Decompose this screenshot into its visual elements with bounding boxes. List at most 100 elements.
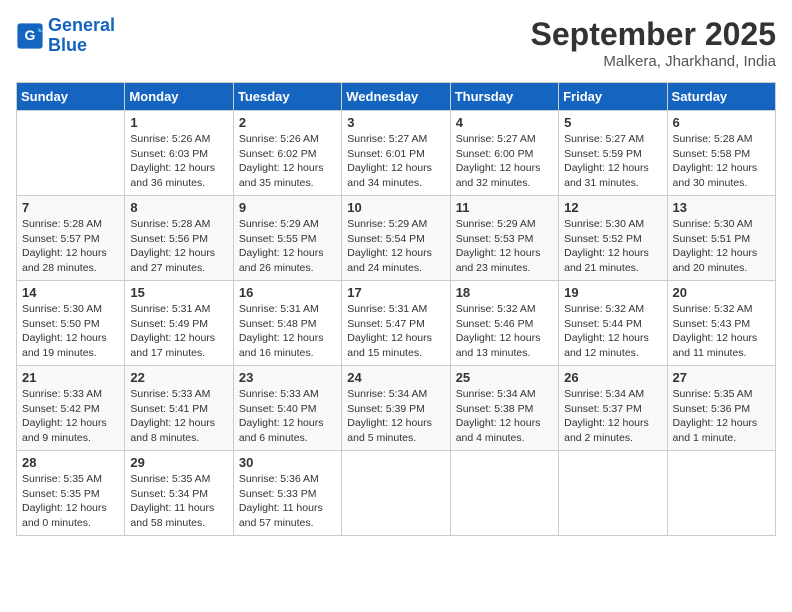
location-subtitle: Malkera, Jharkhand, India bbox=[531, 53, 776, 70]
day-number: 1 bbox=[130, 115, 227, 130]
day-info: Sunrise: 5:35 AMSunset: 5:34 PMDaylight:… bbox=[130, 472, 227, 531]
day-info: Sunrise: 5:29 AMSunset: 5:54 PMDaylight:… bbox=[347, 217, 444, 276]
calendar-cell: 22Sunrise: 5:33 AMSunset: 5:41 PMDayligh… bbox=[125, 366, 233, 451]
day-number: 23 bbox=[239, 370, 336, 385]
day-info: Sunrise: 5:26 AMSunset: 6:02 PMDaylight:… bbox=[239, 132, 336, 191]
calendar-cell: 3 Sunrise: 5:27 AMSunset: 6:01 PMDaylight… bbox=[342, 111, 450, 196]
day-info: Sunrise: 5:35 AMSunset: 5:35 PMDaylight:… bbox=[22, 472, 119, 531]
calendar-cell: 11 Sunrise: 5:29 AMSunset: 5:53 PMDayligh… bbox=[450, 196, 558, 281]
day-number: 7 bbox=[22, 200, 119, 215]
day-number: 6 bbox=[673, 115, 770, 130]
calendar-cell: 17Sunrise: 5:31 AMSunset: 5:47 PMDayligh… bbox=[342, 281, 450, 366]
calendar-cell: 28 Sunrise: 5:35 AMSunset: 5:35 PMDayligh… bbox=[17, 451, 125, 536]
logo-text: General Blue bbox=[48, 16, 115, 56]
header-monday: Monday bbox=[125, 83, 233, 111]
calendar-cell: 26 Sunrise: 5:34 AMSunset: 5:37 PMDayligh… bbox=[559, 366, 667, 451]
calendar-cell: 5Sunrise: 5:27 AMSunset: 5:59 PMDaylight… bbox=[559, 111, 667, 196]
header-tuesday: Tuesday bbox=[233, 83, 341, 111]
day-info: Sunrise: 5:36 AMSunset: 5:33 PMDaylight:… bbox=[239, 472, 336, 531]
day-number: 15 bbox=[130, 285, 227, 300]
calendar-cell bbox=[342, 451, 450, 536]
day-number: 26 bbox=[564, 370, 661, 385]
day-number: 13 bbox=[673, 200, 770, 215]
calendar-week-3: 14Sunrise: 5:30 AMSunset: 5:50 PMDayligh… bbox=[17, 281, 776, 366]
header-thursday: Thursday bbox=[450, 83, 558, 111]
day-number: 19 bbox=[564, 285, 661, 300]
calendar-cell: 27Sunrise: 5:35 AMSunset: 5:36 PMDayligh… bbox=[667, 366, 775, 451]
day-info: Sunrise: 5:27 AMSunset: 6:00 PMDaylight:… bbox=[456, 132, 553, 191]
calendar-cell bbox=[450, 451, 558, 536]
day-number: 14 bbox=[22, 285, 119, 300]
day-info: Sunrise: 5:29 AMSunset: 5:55 PMDaylight:… bbox=[239, 217, 336, 276]
calendar-cell: 25Sunrise: 5:34 AMSunset: 5:38 PMDayligh… bbox=[450, 366, 558, 451]
calendar-cell: 21 Sunrise: 5:33 AMSunset: 5:42 PMDayligh… bbox=[17, 366, 125, 451]
calendar-cell: 30 Sunrise: 5:36 AMSunset: 5:33 PMDayligh… bbox=[233, 451, 341, 536]
calendar-cell: 6 Sunrise: 5:28 AMSunset: 5:58 PMDaylight… bbox=[667, 111, 775, 196]
calendar-cell: 24 Sunrise: 5:34 AMSunset: 5:39 PMDayligh… bbox=[342, 366, 450, 451]
page-header: G General Blue September 2025 Malkera, J… bbox=[16, 16, 776, 70]
calendar-week-2: 7 Sunrise: 5:28 AMSunset: 5:57 PMDaylight… bbox=[17, 196, 776, 281]
calendar-cell bbox=[667, 451, 775, 536]
day-info: Sunrise: 5:34 AMSunset: 5:37 PMDaylight:… bbox=[564, 387, 661, 446]
day-number: 30 bbox=[239, 455, 336, 470]
day-info: Sunrise: 5:34 AMSunset: 5:39 PMDaylight:… bbox=[347, 387, 444, 446]
day-number: 18 bbox=[456, 285, 553, 300]
day-number: 25 bbox=[456, 370, 553, 385]
day-number: 20 bbox=[673, 285, 770, 300]
calendar-cell: 4Sunrise: 5:27 AMSunset: 6:00 PMDaylight… bbox=[450, 111, 558, 196]
calendar-cell bbox=[17, 111, 125, 196]
title-block: September 2025 Malkera, Jharkhand, India bbox=[531, 16, 776, 70]
day-number: 22 bbox=[130, 370, 227, 385]
calendar-cell: 1 Sunrise: 5:26 AMSunset: 6:03 PMDaylight… bbox=[125, 111, 233, 196]
day-info: Sunrise: 5:32 AMSunset: 5:44 PMDaylight:… bbox=[564, 302, 661, 361]
day-number: 8 bbox=[130, 200, 227, 215]
calendar-cell: 14Sunrise: 5:30 AMSunset: 5:50 PMDayligh… bbox=[17, 281, 125, 366]
day-info: Sunrise: 5:27 AMSunset: 6:01 PMDaylight:… bbox=[347, 132, 444, 191]
day-number: 12 bbox=[564, 200, 661, 215]
header-saturday: Saturday bbox=[667, 83, 775, 111]
calendar-week-5: 28 Sunrise: 5:35 AMSunset: 5:35 PMDayligh… bbox=[17, 451, 776, 536]
calendar-week-4: 21 Sunrise: 5:33 AMSunset: 5:42 PMDayligh… bbox=[17, 366, 776, 451]
day-info: Sunrise: 5:32 AMSunset: 5:46 PMDaylight:… bbox=[456, 302, 553, 361]
day-number: 27 bbox=[673, 370, 770, 385]
month-title: September 2025 bbox=[531, 16, 776, 53]
day-number: 2 bbox=[239, 115, 336, 130]
calendar-cell: 19 Sunrise: 5:32 AMSunset: 5:44 PMDayligh… bbox=[559, 281, 667, 366]
header-friday: Friday bbox=[559, 83, 667, 111]
day-info: Sunrise: 5:32 AMSunset: 5:43 PMDaylight:… bbox=[673, 302, 770, 361]
day-number: 21 bbox=[22, 370, 119, 385]
day-info: Sunrise: 5:28 AMSunset: 5:57 PMDaylight:… bbox=[22, 217, 119, 276]
calendar-week-1: 1 Sunrise: 5:26 AMSunset: 6:03 PMDaylight… bbox=[17, 111, 776, 196]
day-info: Sunrise: 5:29 AMSunset: 5:53 PMDaylight:… bbox=[456, 217, 553, 276]
day-number: 16 bbox=[239, 285, 336, 300]
header-wednesday: Wednesday bbox=[342, 83, 450, 111]
calendar-cell bbox=[559, 451, 667, 536]
calendar-header-row: SundayMondayTuesdayWednesdayThursdayFrid… bbox=[17, 83, 776, 111]
day-info: Sunrise: 5:31 AMSunset: 5:47 PMDaylight:… bbox=[347, 302, 444, 361]
day-info: Sunrise: 5:31 AMSunset: 5:49 PMDaylight:… bbox=[130, 302, 227, 361]
day-number: 11 bbox=[456, 200, 553, 215]
calendar-cell: 12Sunrise: 5:30 AMSunset: 5:52 PMDayligh… bbox=[559, 196, 667, 281]
day-info: Sunrise: 5:30 AMSunset: 5:51 PMDaylight:… bbox=[673, 217, 770, 276]
calendar-cell: 29Sunrise: 5:35 AMSunset: 5:34 PMDayligh… bbox=[125, 451, 233, 536]
calendar-cell: 2 Sunrise: 5:26 AMSunset: 6:02 PMDaylight… bbox=[233, 111, 341, 196]
header-sunday: Sunday bbox=[17, 83, 125, 111]
calendar-cell: 23Sunrise: 5:33 AMSunset: 5:40 PMDayligh… bbox=[233, 366, 341, 451]
logo: G General Blue bbox=[16, 16, 115, 56]
day-info: Sunrise: 5:26 AMSunset: 6:03 PMDaylight:… bbox=[130, 132, 227, 191]
day-info: Sunrise: 5:28 AMSunset: 5:58 PMDaylight:… bbox=[673, 132, 770, 191]
calendar-cell: 16 Sunrise: 5:31 AMSunset: 5:48 PMDayligh… bbox=[233, 281, 341, 366]
day-number: 28 bbox=[22, 455, 119, 470]
calendar-cell: 15 Sunrise: 5:31 AMSunset: 5:49 PMDayligh… bbox=[125, 281, 233, 366]
day-info: Sunrise: 5:33 AMSunset: 5:42 PMDaylight:… bbox=[22, 387, 119, 446]
calendar-cell: 13 Sunrise: 5:30 AMSunset: 5:51 PMDayligh… bbox=[667, 196, 775, 281]
day-number: 3 bbox=[347, 115, 444, 130]
calendar-cell: 20 Sunrise: 5:32 AMSunset: 5:43 PMDayligh… bbox=[667, 281, 775, 366]
calendar-cell: 7 Sunrise: 5:28 AMSunset: 5:57 PMDaylight… bbox=[17, 196, 125, 281]
logo-icon: G bbox=[16, 22, 44, 50]
day-number: 10 bbox=[347, 200, 444, 215]
day-info: Sunrise: 5:31 AMSunset: 5:48 PMDaylight:… bbox=[239, 302, 336, 361]
day-info: Sunrise: 5:28 AMSunset: 5:56 PMDaylight:… bbox=[130, 217, 227, 276]
calendar-cell: 8 Sunrise: 5:28 AMSunset: 5:56 PMDaylight… bbox=[125, 196, 233, 281]
day-number: 24 bbox=[347, 370, 444, 385]
